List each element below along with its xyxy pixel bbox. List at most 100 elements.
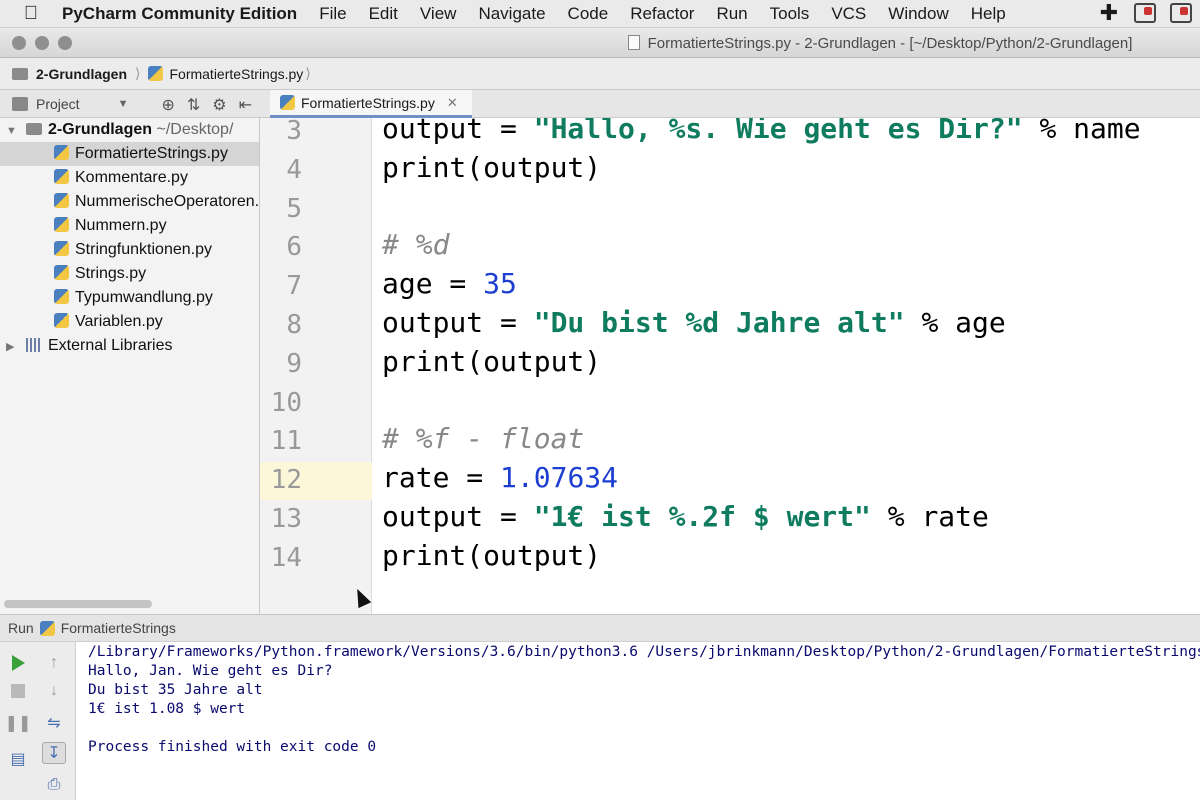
python-file-icon (148, 66, 164, 81)
code-token: "Hallo, %s. Wie geht es Dir?" (533, 118, 1023, 145)
scroll-from-source-icon[interactable]: ⊕ (161, 95, 174, 115)
breadcrumb-project[interactable]: 2-Grundlagen (36, 66, 127, 82)
file-name: Stringfunktionen.py (75, 241, 212, 258)
editor-tab-label: FormatierteStrings.py (301, 94, 435, 111)
down-arrow-icon[interactable]: ↓ (42, 680, 66, 702)
window-title: FormatierteStrings.py - 2-Grundlagen - [… (0, 35, 1200, 52)
menu-navigate[interactable]: Navigate (478, 4, 545, 24)
code-token: 35 (483, 267, 517, 301)
folder-icon (12, 67, 28, 80)
code-token: % name (1022, 118, 1141, 145)
code-token: rate = (382, 461, 501, 495)
menu-help[interactable]: Help (971, 4, 1006, 24)
tree-external-libraries[interactable]: ▶ External Libraries (0, 334, 259, 358)
mac-menu-bar:  PyCharm Community Edition File Edit Vi… (0, 0, 1200, 28)
python-file-icon (54, 265, 69, 280)
tree-file-item[interactable]: Kommentare.py (0, 166, 259, 190)
code-line[interactable]: print(output) (382, 345, 601, 378)
file-name: FormatierteStrings.py (75, 145, 228, 162)
menu-tools[interactable]: Tools (770, 4, 810, 24)
code-token: % rate (870, 500, 989, 533)
code-line[interactable]: output = "1€ ist %.2f $ wert" % rate (382, 500, 989, 533)
screen-record-icon[interactable] (1134, 3, 1156, 23)
breadcrumb-file[interactable]: FormatierteStrings.py (169, 66, 303, 82)
project-panel-tools: ⊕ ⇅ ⚙ ⇤ (161, 95, 252, 115)
library-icon (26, 338, 42, 352)
close-icon[interactable]: ✕ (447, 95, 458, 111)
gear-icon[interactable]: ⚙ (212, 95, 226, 115)
code-token: output = (382, 306, 534, 339)
editor-tab[interactable]: FormatierteStrings.py ✕ (270, 90, 472, 118)
line-number: 8 (286, 310, 302, 340)
code-token: "1€ ist %.2f $ wert" (533, 500, 871, 533)
plus-icon[interactable]: ✚ (1098, 2, 1120, 24)
collapse-all-icon[interactable]: ⇅ (187, 95, 200, 115)
app-menu[interactable]: PyCharm Community Edition (62, 4, 297, 24)
python-file-icon (54, 217, 69, 232)
up-arrow-icon[interactable]: ↑ (42, 652, 66, 674)
code-line[interactable]: # %f - float (382, 422, 584, 455)
code-line[interactable]: output = "Hallo, %s. Wie geht es Dir?" %… (382, 118, 1141, 145)
chevron-down-icon[interactable]: ▼ (118, 98, 129, 110)
file-name: Kommentare.py (75, 169, 188, 186)
project-panel-header: Project ▼ ⊕ ⇅ ⚙ ⇤ (0, 90, 260, 118)
project-view-selector[interactable]: Project (36, 96, 80, 112)
code-line[interactable]: rate = 1.07634 (382, 461, 618, 494)
python-file-icon (39, 620, 55, 636)
menu-run[interactable]: Run (716, 4, 747, 24)
code-token: 1.07634 (500, 461, 619, 495)
scroll-to-end-icon[interactable]: ↧ (42, 742, 66, 764)
menu-file[interactable]: File (319, 4, 346, 24)
chevron-right-icon[interactable]: ▶ (6, 335, 18, 359)
tree-file-item[interactable]: Typumwandlung.py (0, 286, 259, 310)
stop-button[interactable] (6, 680, 30, 702)
tree-root-folder[interactable]: ▼ 2-Grundlagen ~/Desktop/ (0, 118, 259, 142)
menu-window[interactable]: Window (888, 4, 948, 24)
file-icon (627, 35, 640, 50)
menu-code[interactable]: Code (568, 4, 609, 24)
horizontal-scrollbar[interactable] (4, 600, 152, 608)
apple-menu-icon[interactable]:  (0, 3, 62, 25)
folder-icon (26, 123, 42, 135)
print-icon[interactable]: ⎙ (42, 774, 66, 796)
soft-wrap-icon[interactable]: ⇋ (42, 712, 66, 734)
menu-view[interactable]: View (420, 4, 457, 24)
tree-file-item[interactable]: NummerischeOperatoren.py (0, 190, 259, 214)
code-line[interactable]: print(output) (382, 539, 601, 572)
line-number: 10 (270, 387, 302, 418)
menu-tray: ✚ (1098, 2, 1192, 24)
line-number: 7 (286, 271, 302, 302)
rerun-button[interactable] (6, 652, 30, 674)
tree-file-item[interactable]: Stringfunktionen.py (0, 238, 259, 262)
run-console-output[interactable]: /Library/Frameworks/Python.framework/Ver… (76, 642, 1200, 800)
python-file-icon (54, 289, 69, 304)
notification-icon[interactable] (1170, 3, 1192, 23)
pause-icon[interactable]: ❚❚ (5, 712, 32, 734)
tree-file-item[interactable]: Nummern.py (0, 214, 259, 238)
code-token: age = (382, 267, 484, 301)
menu-vcs[interactable]: VCS (831, 4, 866, 24)
python-file-icon (54, 169, 69, 184)
layout-icon[interactable]: ▤ (6, 748, 30, 770)
tree-file-item[interactable]: Variablen.py (0, 310, 259, 334)
window-title-bar: FormatierteStrings.py - 2-Grundlagen - [… (0, 28, 1200, 58)
code-editor[interactable]: output = "Hallo, %s. Wie geht es Dir?" %… (372, 118, 1200, 614)
tree-file-item[interactable]: Strings.py (0, 262, 259, 286)
code-line[interactable]: print(output) (382, 151, 601, 184)
chevron-down-icon[interactable]: ▼ (6, 119, 18, 143)
code-line[interactable]: age = 35 (382, 267, 517, 300)
hide-panel-icon[interactable]: ⇤ (239, 95, 252, 115)
console-line: Process finished with exit code 0 (88, 739, 377, 755)
python-file-icon (54, 241, 69, 256)
code-line[interactable]: # %d (382, 228, 449, 261)
line-number: 13 (270, 504, 302, 534)
menu-edit[interactable]: Edit (369, 4, 398, 24)
code-line[interactable]: output = "Du bist %d Jahre alt" % age (382, 306, 1006, 339)
python-file-icon (54, 193, 69, 208)
tree-file-item[interactable]: FormatierteStrings.py (0, 142, 259, 166)
run-config-name[interactable]: FormatierteStrings (61, 620, 176, 636)
line-number: 11 (270, 426, 302, 457)
line-number: 5 (286, 193, 302, 224)
play-icon (11, 655, 25, 671)
menu-refactor[interactable]: Refactor (630, 4, 694, 24)
